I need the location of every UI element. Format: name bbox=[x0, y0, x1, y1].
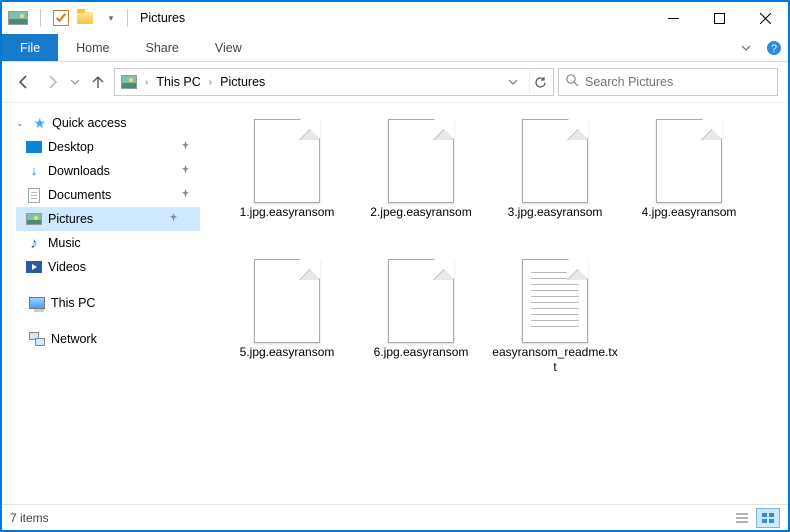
status-bar: 7 items bbox=[2, 504, 788, 530]
properties-icon[interactable] bbox=[53, 10, 69, 26]
content-body: ⌄ ★ Quick access Desktop ↓ Downloads Docume… bbox=[2, 102, 788, 504]
item-count: 7 items bbox=[10, 511, 49, 525]
qat-dropdown-icon[interactable]: ▾ bbox=[101, 8, 121, 28]
breadcrumb-this-pc[interactable]: This PC bbox=[156, 75, 200, 89]
help-icon[interactable]: ? bbox=[760, 34, 788, 61]
file-item[interactable]: 3.jpg.easyransom bbox=[488, 113, 622, 253]
details-view-button[interactable] bbox=[730, 508, 754, 528]
file-name: 4.jpg.easyransom bbox=[638, 205, 741, 220]
file-item[interactable]: 2.jpeg.easyransom bbox=[354, 113, 488, 253]
recent-dropdown-icon[interactable] bbox=[68, 70, 82, 94]
breadcrumb-pictures[interactable]: Pictures bbox=[220, 75, 265, 89]
search-box[interactable] bbox=[558, 68, 778, 96]
up-button[interactable] bbox=[86, 70, 110, 94]
window-title: Pictures bbox=[140, 11, 185, 25]
nav-item-icon bbox=[26, 211, 42, 227]
file-item[interactable]: 5.jpg.easyransom bbox=[220, 253, 354, 393]
pin-icon bbox=[181, 189, 190, 201]
file-item[interactable]: 6.jpg.easyransom bbox=[354, 253, 488, 393]
blank-file-icon bbox=[388, 259, 454, 343]
back-button[interactable] bbox=[12, 70, 36, 94]
sidebar-item-documents[interactable]: Documents bbox=[16, 183, 212, 207]
nav-item-label: Desktop bbox=[48, 140, 94, 154]
expand-ribbon-icon[interactable] bbox=[732, 34, 760, 61]
pin-icon bbox=[169, 213, 178, 225]
pin-icon bbox=[181, 165, 190, 177]
file-name: 5.jpg.easyransom bbox=[236, 345, 339, 360]
titlebar: ▾ Pictures bbox=[2, 2, 788, 34]
separator bbox=[127, 9, 128, 27]
forward-button[interactable] bbox=[40, 70, 64, 94]
blank-file-icon bbox=[254, 259, 320, 343]
sidebar-item-downloads[interactable]: ↓ Downloads bbox=[16, 159, 212, 183]
nav-item-icon bbox=[26, 259, 42, 275]
refresh-icon[interactable] bbox=[529, 70, 551, 94]
nav-item-icon bbox=[26, 139, 42, 155]
nav-label: Network bbox=[51, 332, 97, 346]
sidebar-item-pictures[interactable]: Pictures bbox=[16, 207, 200, 231]
file-tab[interactable]: File bbox=[2, 34, 58, 61]
blank-file-icon bbox=[656, 119, 722, 203]
location-icon bbox=[121, 74, 137, 90]
nav-item-icon bbox=[26, 187, 42, 203]
chevron-down-icon[interactable]: ⌄ bbox=[16, 118, 24, 129]
separator bbox=[40, 9, 41, 27]
file-name: 1.jpg.easyransom bbox=[236, 205, 339, 220]
blank-file-icon bbox=[254, 119, 320, 203]
file-name: easyransom_readme.txt bbox=[488, 345, 622, 375]
nav-item-label: Pictures bbox=[48, 212, 93, 226]
blank-file-icon bbox=[522, 119, 588, 203]
nav-label: Quick access bbox=[52, 116, 126, 130]
monitor-icon bbox=[29, 295, 45, 311]
close-button[interactable] bbox=[742, 3, 788, 33]
nav-item-icon: ↓ bbox=[26, 163, 42, 179]
nav-item-icon: ♪ bbox=[26, 235, 42, 251]
nav-quick-access[interactable]: ⌄ ★ Quick access bbox=[16, 111, 212, 135]
file-name: 2.jpeg.easyransom bbox=[366, 205, 475, 220]
search-icon bbox=[565, 73, 579, 92]
sidebar-item-desktop[interactable]: Desktop bbox=[16, 135, 212, 159]
nav-label: This PC bbox=[51, 296, 95, 310]
tab-share[interactable]: Share bbox=[128, 34, 197, 61]
svg-text:?: ? bbox=[771, 43, 777, 55]
minimize-button[interactable] bbox=[650, 3, 696, 33]
file-item[interactable]: 1.jpg.easyransom bbox=[220, 113, 354, 253]
blank-file-icon bbox=[388, 119, 454, 203]
file-item[interactable]: 4.jpg.easyransom bbox=[622, 113, 756, 253]
file-item[interactable]: easyransom_readme.txt bbox=[488, 253, 622, 393]
nav-network[interactable]: › Network bbox=[16, 327, 212, 351]
nav-item-label: Documents bbox=[48, 188, 111, 202]
address-row: › This PC › Pictures bbox=[2, 62, 788, 102]
sidebar-item-videos[interactable]: Videos bbox=[16, 255, 212, 279]
text-file-icon bbox=[522, 259, 588, 343]
explorer-window: ▾ Pictures File Home Share View ? › This… bbox=[2, 2, 788, 530]
quick-access-toolbar: ▾ bbox=[8, 8, 121, 28]
network-icon bbox=[29, 331, 45, 347]
chevron-right-icon[interactable]: › bbox=[145, 77, 148, 88]
address-dropdown-icon[interactable] bbox=[501, 70, 523, 94]
nav-item-label: Downloads bbox=[48, 164, 110, 178]
icons-view-button[interactable] bbox=[756, 508, 780, 528]
sidebar-item-music[interactable]: ♪ Music bbox=[16, 231, 212, 255]
address-bar[interactable]: › This PC › Pictures bbox=[114, 68, 554, 96]
chevron-right-icon[interactable]: › bbox=[209, 77, 212, 88]
nav-pane: ⌄ ★ Quick access Desktop ↓ Downloads Docume… bbox=[2, 103, 212, 504]
file-name: 3.jpg.easyransom bbox=[504, 205, 607, 220]
nav-item-label: Music bbox=[48, 236, 81, 250]
ribbon-tabs: File Home Share View ? bbox=[2, 34, 788, 62]
tab-view[interactable]: View bbox=[197, 34, 260, 61]
file-grid[interactable]: 1.jpg.easyransom 2.jpeg.easyransom 3.jpg.e… bbox=[212, 103, 788, 504]
new-folder-icon[interactable] bbox=[75, 8, 95, 28]
pin-icon bbox=[181, 141, 190, 153]
app-icon bbox=[8, 8, 28, 28]
maximize-button[interactable] bbox=[696, 3, 742, 33]
nav-this-pc[interactable]: › This PC bbox=[16, 291, 212, 315]
search-input[interactable] bbox=[585, 75, 771, 89]
tab-home[interactable]: Home bbox=[58, 34, 127, 61]
star-icon: ★ bbox=[34, 116, 47, 130]
file-name: 6.jpg.easyransom bbox=[370, 345, 473, 360]
nav-item-label: Videos bbox=[48, 260, 86, 274]
